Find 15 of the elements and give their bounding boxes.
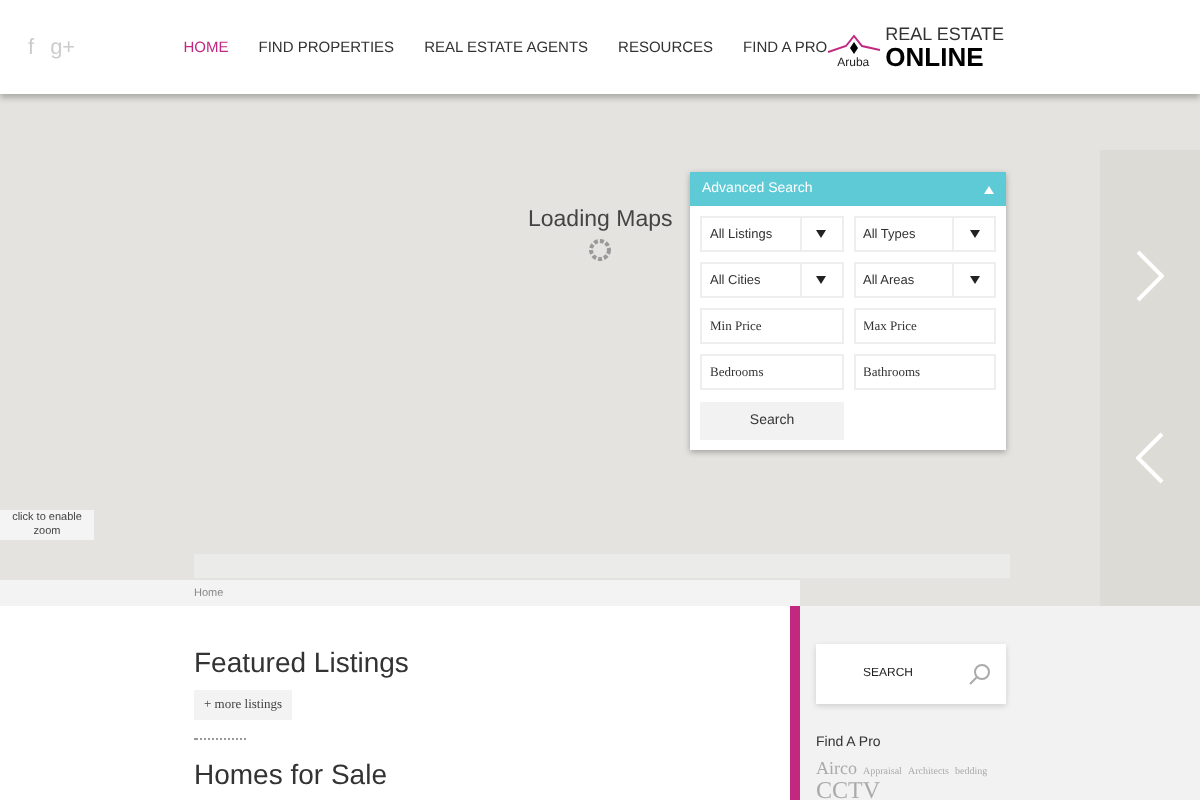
loading-text: Loading Maps [528, 208, 673, 232]
section-heading: Featured Listings [194, 646, 411, 678]
logo-text: ONLINE [885, 43, 986, 69]
logo-mark-icon [827, 33, 880, 57]
chevron-right-icon[interactable] [1136, 249, 1164, 301]
search-icon[interactable] [968, 662, 992, 686]
spinner-icon [588, 238, 613, 262]
caret-icon [816, 230, 826, 238]
chevron-left-icon[interactable] [1136, 431, 1164, 483]
caret-icon [969, 276, 979, 284]
collapse-icon [984, 185, 994, 193]
logo-text: REAL ESTATE [885, 25, 1004, 43]
caret-icon [969, 230, 979, 238]
section-heading: Homes for Sale [194, 758, 389, 790]
caret-icon [816, 276, 826, 284]
